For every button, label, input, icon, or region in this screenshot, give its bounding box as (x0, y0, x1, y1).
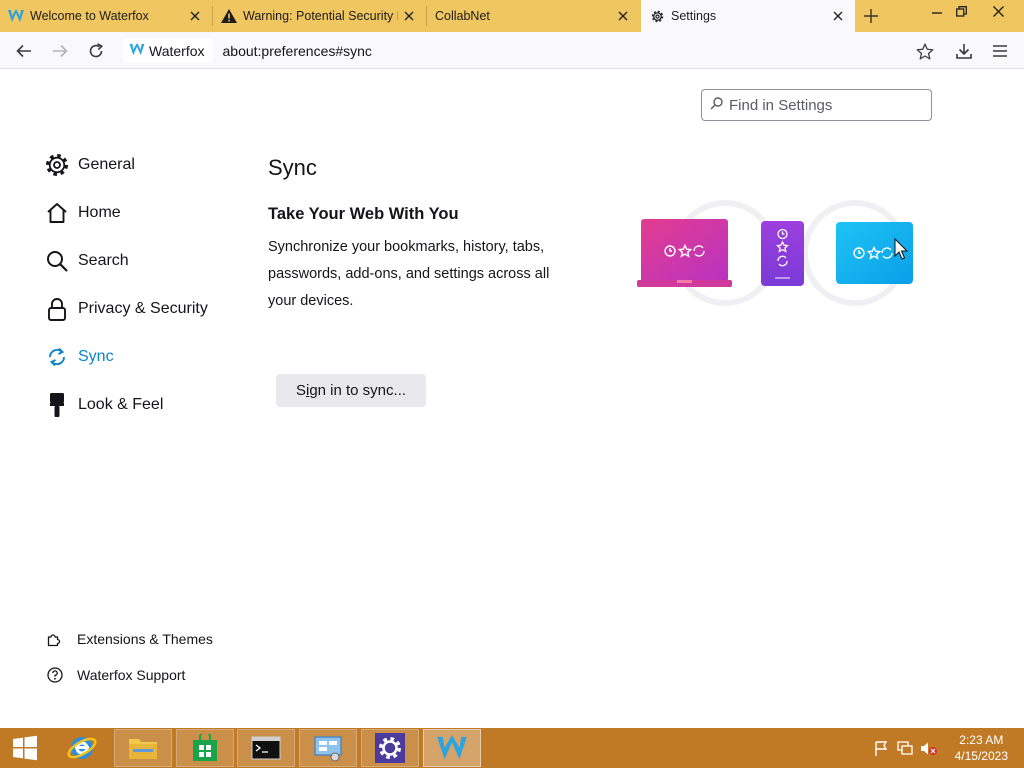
find-placeholder: Find in Settings (729, 96, 833, 114)
category-label: Privacy & Security (78, 300, 208, 317)
file-explorer-icon[interactable] (114, 729, 172, 767)
clock-date: 4/15/2023 (954, 749, 1008, 763)
command-prompt-icon[interactable] (237, 729, 295, 767)
category-general[interactable]: General (45, 149, 135, 181)
clock-time: 2:23 AM (959, 733, 1004, 747)
url-text[interactable]: about:preferences#sync (223, 43, 372, 59)
close-tab-icon[interactable] (612, 5, 634, 27)
category-search[interactable]: Search (45, 245, 129, 277)
extensions-themes-link[interactable]: Extensions & Themes (47, 629, 213, 649)
volume-muted-icon[interactable] (920, 740, 938, 756)
site-identity-button[interactable]: Waterfox (123, 38, 213, 63)
category-label: Search (78, 252, 129, 269)
navigation-toolbar: Waterfox about:preferences#sync (0, 32, 1024, 69)
find-in-settings-input[interactable]: Find in Settings (701, 89, 932, 121)
downloads-button[interactable] (951, 38, 977, 64)
waterfox-icon (8, 8, 24, 24)
category-label: Sync (78, 348, 114, 365)
internet-explorer-icon[interactable] (53, 729, 111, 767)
store-icon[interactable] (176, 729, 234, 767)
waterfox-taskbar-icon[interactable] (423, 729, 481, 767)
forward-button[interactable] (47, 38, 73, 64)
search-icon (710, 96, 723, 114)
tab-settings[interactable]: Settings (641, 0, 855, 32)
puzzle-icon (47, 631, 63, 647)
category-privacy-security[interactable]: Privacy & Security (45, 293, 208, 325)
back-button[interactable] (11, 38, 37, 64)
tab-welcome[interactable]: Welcome to Waterfox (0, 0, 212, 32)
action-center-flag-icon[interactable] (872, 740, 890, 756)
network-icon[interactable] (896, 740, 914, 756)
system-clock[interactable]: 2:23 AM 4/15/2023 (955, 732, 1008, 764)
gear-icon (45, 153, 69, 177)
page-title: Sync (268, 155, 317, 180)
waterfox-icon (129, 42, 145, 59)
close-window-button[interactable] (981, 0, 1015, 22)
app-menu-button[interactable] (987, 38, 1013, 64)
sign-in-to-sync-button[interactable]: Sign in to sync... (276, 374, 426, 407)
paintbrush-icon (45, 393, 69, 417)
home-icon (45, 201, 69, 225)
address-bar[interactable]: Waterfox about:preferences#sync (120, 36, 950, 65)
footer-link-label: Waterfox Support (77, 667, 186, 683)
category-sync[interactable]: Sync (45, 341, 114, 373)
gear-icon (649, 8, 665, 24)
tab-security-warning[interactable]: Warning: Potential Security Risk Ahead (213, 0, 426, 32)
sign-in-label: Sign in to sync... (295, 382, 407, 399)
help-icon (47, 667, 63, 683)
close-tab-icon[interactable] (398, 5, 420, 27)
tab-label: Settings (671, 9, 717, 23)
restore-button[interactable] (944, 0, 978, 22)
reload-button[interactable] (83, 38, 109, 64)
warning-icon (221, 8, 237, 24)
tab-label: CollabNet (435, 9, 490, 23)
lock-icon (45, 297, 69, 321)
network-tool-icon[interactable] (299, 729, 357, 767)
new-tab-button[interactable] (860, 5, 882, 27)
waterfox-support-link[interactable]: Waterfox Support (47, 665, 185, 685)
sync-devices-illustration (630, 195, 930, 310)
tab-label: Welcome to Waterfox (30, 9, 149, 23)
tab-strip: Welcome to Waterfox Warning: Potential S… (0, 0, 1024, 32)
category-label: General (78, 156, 135, 173)
settings-tool-icon[interactable] (361, 729, 419, 767)
taskbar: 2:23 AM 4/15/2023 (0, 728, 1024, 768)
tab-label: Warning: Potential Security Risk Ahead (243, 9, 398, 23)
category-home[interactable]: Home (45, 197, 121, 229)
identity-label: Waterfox (149, 42, 205, 59)
sync-icon (45, 345, 69, 369)
bookmark-star-icon[interactable] (912, 38, 938, 64)
footer-link-label: Extensions & Themes (77, 631, 213, 647)
tab-collabnet[interactable]: CollabNet (427, 0, 640, 32)
start-button[interactable] (0, 729, 50, 767)
close-tab-icon[interactable] (184, 5, 206, 27)
category-look-feel[interactable]: Look & Feel (45, 389, 163, 421)
search-icon (45, 249, 69, 273)
category-label: Look & Feel (78, 396, 164, 413)
sync-subheading: Take Your Web With You (268, 205, 459, 223)
close-tab-icon[interactable] (827, 5, 849, 27)
sync-description: Synchronize your bookmarks, history, tab… (268, 239, 550, 309)
category-label: Home (78, 204, 121, 221)
